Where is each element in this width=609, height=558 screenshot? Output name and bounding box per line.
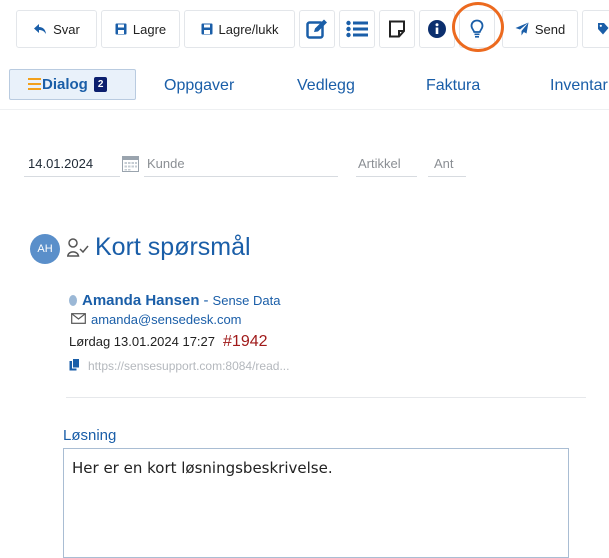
save-close-label: Lagre/lukk: [218, 21, 279, 37]
reply-icon: [33, 23, 47, 35]
tag-icon: [597, 22, 609, 36]
save-close-button[interactable]: Lagre/lukk: [184, 10, 295, 48]
message-title: Kort spørsmål: [95, 233, 251, 261]
floppy-icon: [201, 23, 213, 35]
customer-placeholder: Kunde: [147, 156, 185, 171]
solution-textarea[interactable]: Her er en kort løsningsbeskrivelse.: [63, 448, 569, 558]
reply-label: Svar: [53, 21, 80, 37]
list-button[interactable]: [339, 10, 375, 48]
tab-bar: Dialog 2 Oppgaver Vedlegg Faktura Invent…: [0, 59, 609, 110]
tab-inventar[interactable]: Inventar: [550, 77, 608, 95]
article-placeholder: Artikkel: [358, 156, 401, 171]
edit-button[interactable]: [299, 10, 335, 48]
tab-oppgaver[interactable]: Oppgaver: [164, 77, 234, 95]
message-date: Lørdag 13.01.2024 17:27: [69, 334, 216, 349]
idea-button[interactable]: [459, 10, 495, 48]
tag-button[interactable]: [582, 10, 609, 48]
count-badge: 2: [93, 77, 108, 92]
lightbulb-icon: [470, 19, 484, 39]
envelope-icon: [71, 312, 86, 327]
message-url[interactable]: https://sensesupport.com:8084/read...: [88, 359, 289, 373]
date-field[interactable]: 14.01.2024: [24, 153, 120, 177]
sender-line: Amanda Hansen - Sense Data: [69, 292, 280, 309]
copy-icon[interactable]: [69, 358, 80, 374]
tab-vedlegg[interactable]: Vedlegg: [297, 77, 355, 95]
solution-label: Løsning: [63, 427, 117, 444]
status-dot-icon: [69, 295, 77, 306]
date-value: 14.01.2024: [28, 156, 94, 171]
tab-label: Dialog: [42, 76, 88, 93]
note-button[interactable]: [379, 10, 415, 48]
date-line: Lørdag 13.01.2024 17:27 #1942: [69, 333, 268, 351]
solution-text: Her er en kort løsningsbeskrivelse.: [72, 459, 333, 477]
sticky-note-icon: [388, 20, 406, 38]
edit-icon: [306, 19, 328, 39]
ticket-number: #1942: [223, 333, 268, 350]
paper-plane-icon: [515, 22, 529, 36]
quantity-input[interactable]: Ant: [428, 153, 466, 177]
divider: [66, 397, 586, 398]
tab-dialog[interactable]: Dialog 2: [9, 69, 136, 100]
save-button[interactable]: Lagre: [101, 10, 180, 48]
url-line: https://sensesupport.com:8084/read...: [69, 358, 289, 374]
list-icon: [346, 20, 368, 38]
info-button[interactable]: [419, 10, 455, 48]
tab-faktura[interactable]: Faktura: [426, 77, 480, 95]
quantity-placeholder: Ant: [434, 156, 454, 171]
sender-separator: -: [203, 292, 209, 309]
reply-button[interactable]: Svar: [16, 10, 97, 48]
hamburger-icon: [28, 78, 41, 90]
save-label: Lagre: [132, 21, 167, 37]
avatar: AH: [30, 234, 60, 264]
article-input[interactable]: Artikkel: [356, 153, 417, 177]
info-icon: [428, 20, 446, 38]
calendar-icon[interactable]: [122, 155, 139, 177]
send-label: Send: [534, 21, 566, 37]
customer-input[interactable]: Kunde: [144, 153, 338, 177]
toolbar: Svar Lagre Lagre/lukk Send: [0, 0, 609, 58]
user-check-icon: [66, 238, 89, 263]
sender-organization[interactable]: Sense Data: [213, 293, 281, 308]
sender-email[interactable]: amanda@sensedesk.com: [91, 312, 242, 327]
floppy-icon: [115, 23, 127, 35]
email-line: amanda@sensedesk.com: [71, 312, 242, 327]
sender-name[interactable]: Amanda Hansen: [82, 292, 200, 309]
send-button[interactable]: Send: [502, 10, 578, 48]
